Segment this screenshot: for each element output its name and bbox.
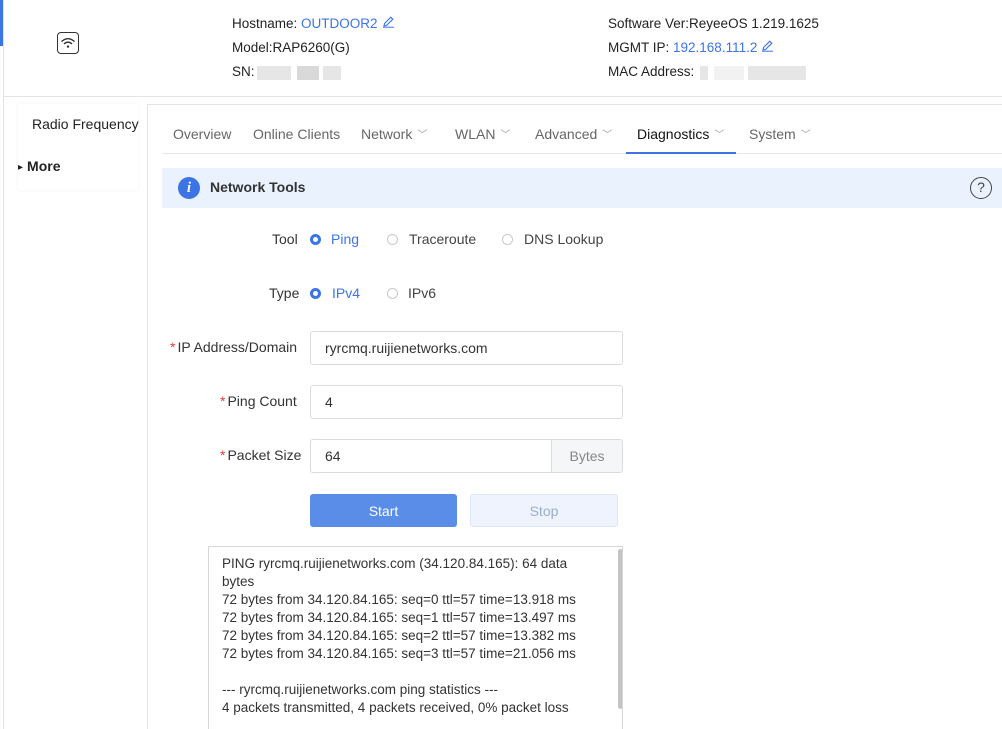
- packet-size-input[interactable]: [310, 439, 552, 473]
- mac-mask-1: [700, 65, 709, 80]
- model-row: Model:RAP6260(G): [232, 40, 350, 56]
- tab-system-label: System: [749, 126, 796, 142]
- radio-traceroute-label[interactable]: Traceroute: [409, 231, 476, 247]
- radio-ipv4-label[interactable]: IPv4: [332, 285, 360, 301]
- wifi-icon: [57, 32, 79, 54]
- type-label: Type: [269, 285, 300, 301]
- required-mark: *: [220, 393, 226, 409]
- mgmt-ip-row: MGMT IP: 192.168.111.2: [608, 36, 819, 60]
- radio-ping-label[interactable]: Ping: [331, 231, 359, 247]
- stop-button[interactable]: Stop: [470, 494, 618, 527]
- software-row: Software Ver:ReyeeOS 1.219.1625: [608, 16, 819, 31]
- radio-dns-lookup[interactable]: [502, 234, 513, 245]
- chevron-down-icon: ﹀: [500, 130, 511, 141]
- sn-mask-3: [322, 65, 341, 80]
- tab-diagnostics-label: Diagnostics: [637, 126, 710, 142]
- hostname-value[interactable]: OUTDOOR2: [301, 16, 378, 31]
- ping-output[interactable]: PING ryrcmq.ruijienetworks.com (34.120.8…: [208, 546, 623, 729]
- required-mark: *: [220, 447, 226, 463]
- tab-advanced[interactable]: Advanced ﹀: [535, 126, 612, 142]
- tab-wlan-label: WLAN: [455, 126, 496, 142]
- section-header: i Network Tools ?: [162, 168, 1002, 208]
- radio-ping[interactable]: [310, 234, 321, 245]
- sidebar: Radio Frequency ▸ More: [18, 104, 139, 190]
- edit-hostname-icon[interactable]: [382, 12, 395, 36]
- ping-count-label: * Ping Count: [220, 393, 297, 409]
- hostname-label: Hostname:: [232, 16, 302, 31]
- packet-size-label-text: Packet Size: [227, 447, 302, 463]
- device-info-right: Software Ver:ReyeeOS 1.219.1625 MGMT IP:…: [608, 12, 819, 84]
- section-title: Network Tools: [210, 179, 306, 195]
- tab-online-clients[interactable]: Online Clients: [253, 126, 340, 142]
- output-line: --- ryrcmq.ruijienetworks.com ping stati…: [222, 682, 499, 697]
- sn-row: SN:: [232, 60, 395, 84]
- sidebar-item-more[interactable]: ▸ More: [18, 158, 60, 174]
- output-line: 4 packets transmitted, 4 packets receive…: [222, 700, 569, 715]
- sidebar-item-more-label: More: [27, 158, 61, 174]
- mgmt-ip-value[interactable]: 192.168.111.2: [673, 40, 757, 55]
- device-header: Hostname: OUTDOOR2 Model:RAP6260(G) SN: …: [4, 0, 1002, 97]
- tab-bar: Overview Online Clients Network ﹀ WLAN ﹀ A…: [162, 116, 1002, 154]
- active-tab-indicator: [626, 152, 736, 154]
- output-line: 72 bytes from 34.120.84.165: seq=3 ttl=5…: [222, 646, 576, 661]
- sn-mask-1: [256, 65, 291, 80]
- output-line: 72 bytes from 34.120.84.165: seq=1 ttl=5…: [222, 610, 576, 625]
- tab-system[interactable]: System ﹀: [749, 126, 811, 142]
- hostname-row: Hostname: OUTDOOR2: [232, 12, 395, 36]
- tool-label: Tool: [272, 231, 298, 247]
- sn-label: SN:: [232, 64, 255, 80]
- left-divider: [3, 0, 4, 729]
- chevron-down-icon: ﹀: [800, 130, 811, 141]
- ping-count-input[interactable]: [310, 385, 623, 419]
- output-scrollbar[interactable]: [618, 549, 622, 709]
- ping-output-text: PING ryrcmq.ruijienetworks.com (34.120.8…: [222, 555, 592, 717]
- ip-address-label-text: IP Address/Domain: [177, 339, 298, 355]
- ip-address-input[interactable]: [310, 331, 623, 365]
- help-icon[interactable]: ?: [970, 177, 992, 199]
- chevron-down-icon: ﹀: [602, 130, 613, 141]
- required-mark: *: [170, 339, 176, 355]
- mgmt-ip-label: MGMT IP:: [608, 40, 674, 55]
- ping-count-label-text: Ping Count: [227, 393, 297, 409]
- start-button[interactable]: Start: [310, 494, 457, 527]
- content-top-border: [147, 104, 1002, 105]
- tab-network[interactable]: Network ﹀: [361, 126, 427, 142]
- radio-traceroute[interactable]: [387, 234, 398, 245]
- caret-right-icon: ▸: [18, 162, 24, 173]
- tab-diagnostics[interactable]: Diagnostics ﹀: [637, 126, 724, 142]
- radio-ipv4[interactable]: [310, 288, 321, 299]
- radio-ipv6[interactable]: [387, 288, 398, 299]
- device-info-left: Hostname: OUTDOOR2 Model:RAP6260(G) SN:: [232, 12, 395, 84]
- edit-mgmt-ip-icon[interactable]: [761, 36, 774, 60]
- tab-network-label: Network: [361, 126, 413, 142]
- tab-overview[interactable]: Overview: [173, 126, 231, 142]
- packet-size-label: * Packet Size: [220, 447, 301, 463]
- mac-label: MAC Address:: [608, 64, 699, 80]
- tab-advanced-label: Advanced: [535, 126, 598, 142]
- chevron-down-icon: ﹀: [417, 130, 428, 141]
- ip-address-label: * IP Address/Domain: [170, 339, 297, 355]
- sidebar-item-radio-frequency[interactable]: Radio Frequency: [32, 116, 139, 132]
- mac-mask-3: [748, 65, 807, 80]
- content-left-border: [147, 104, 148, 729]
- output-line: 72 bytes from 34.120.84.165: seq=2 ttl=5…: [222, 628, 576, 643]
- radio-ipv6-label[interactable]: IPv6: [408, 285, 436, 301]
- info-icon: i: [178, 177, 200, 199]
- radio-dns-lookup-label[interactable]: DNS Lookup: [524, 231, 603, 247]
- packet-size-unit: Bytes: [551, 439, 623, 473]
- mac-row: MAC Address:: [608, 60, 819, 84]
- output-line: 72 bytes from 34.120.84.165: seq=0 ttl=5…: [222, 592, 576, 607]
- mac-mask-2: [714, 65, 745, 80]
- chevron-down-icon: ﹀: [714, 130, 725, 141]
- output-line: PING ryrcmq.ruijienetworks.com (34.120.8…: [222, 556, 571, 589]
- tab-wlan[interactable]: WLAN ﹀: [455, 126, 510, 142]
- sn-mask-2: [296, 65, 319, 80]
